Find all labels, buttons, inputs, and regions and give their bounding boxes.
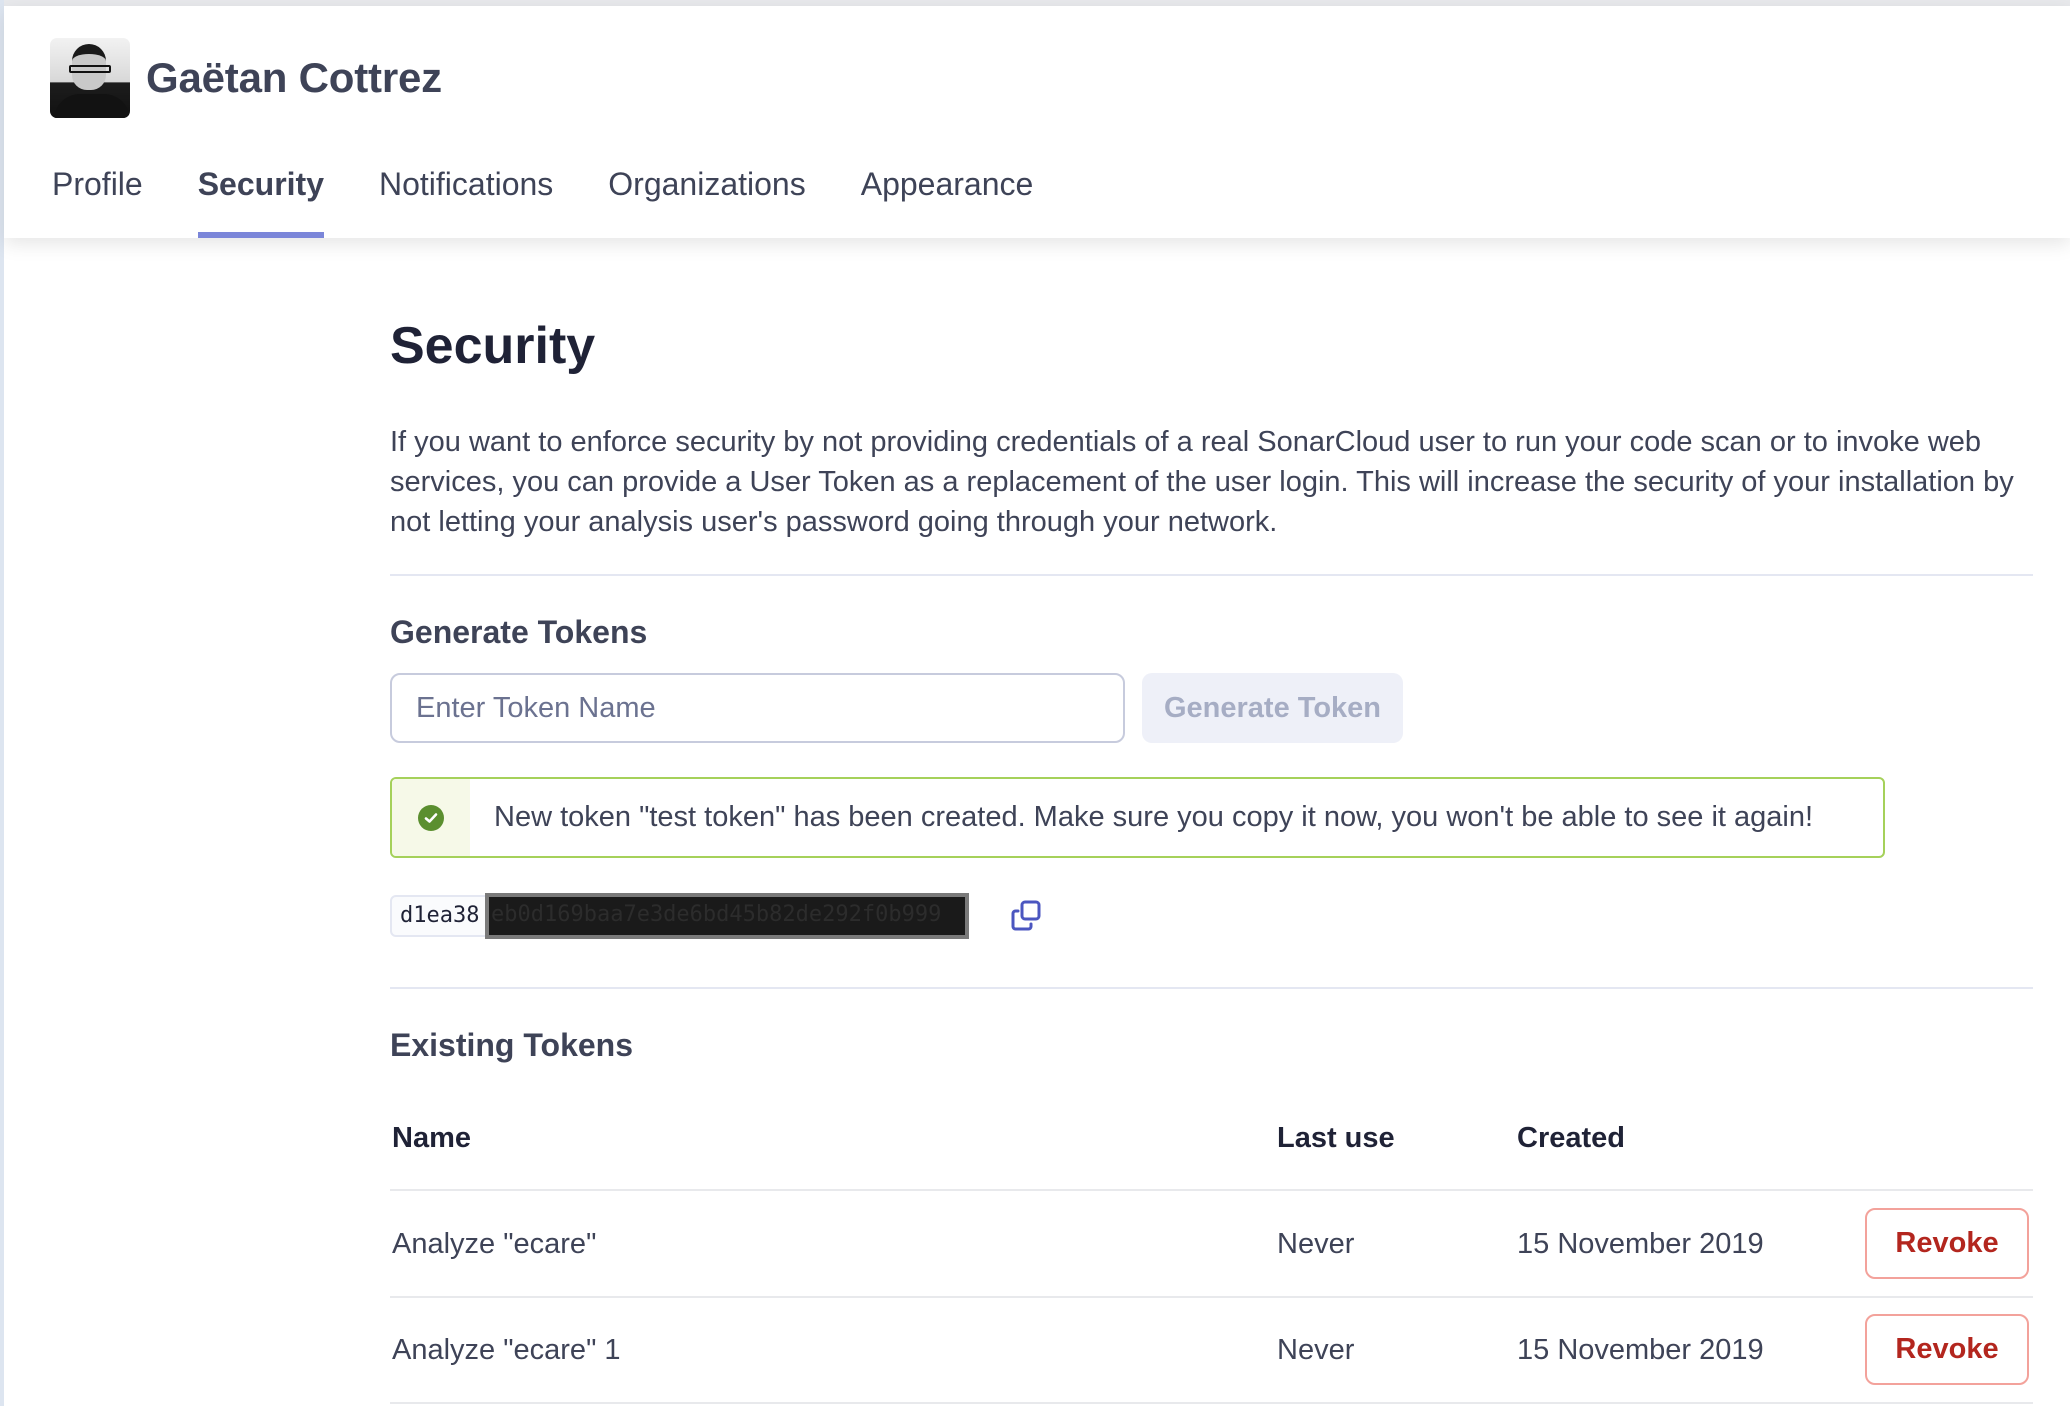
token-name: Analyze "ecare" 1 xyxy=(392,1334,621,1366)
tab-notifications[interactable]: Notifications xyxy=(379,162,553,238)
page-title: Security xyxy=(390,317,596,375)
alert-message: New token "test token" has been created.… xyxy=(494,801,1814,833)
token-created: 15 November 2019 xyxy=(1517,1228,1764,1260)
row-divider xyxy=(390,1402,2033,1404)
divider xyxy=(390,987,2033,989)
check-circle-icon xyxy=(418,804,444,831)
token-name-input[interactable] xyxy=(390,673,1125,743)
token-last-use: Never xyxy=(1277,1334,1355,1366)
revoke-button[interactable]: Revoke xyxy=(1865,1314,2029,1385)
token-name: Analyze "ecare" xyxy=(392,1228,597,1260)
revoke-button[interactable]: Revoke xyxy=(1865,1208,2029,1279)
user-name: Gaëtan Cottrez xyxy=(146,54,442,101)
security-intro: If you want to enforce security by not p… xyxy=(390,426,2014,538)
account-tabs: Profile Security Notifications Organizat… xyxy=(52,162,1088,238)
token-created-alert: New token "test token" has been created.… xyxy=(390,777,1885,858)
tab-appearance[interactable]: Appearance xyxy=(861,162,1034,238)
tab-organizations[interactable]: Organizations xyxy=(608,162,805,238)
tab-profile[interactable]: Profile xyxy=(52,162,143,238)
column-header-last-use: Last use xyxy=(1277,1122,1395,1154)
copy-token-button[interactable] xyxy=(1006,898,1046,938)
copy-icon xyxy=(1009,899,1043,938)
token-prefix: d1ea38 xyxy=(400,903,480,928)
user-avatar xyxy=(50,38,130,118)
token-redacted: eb0d169baa7e3de6bd45b82de292f0b999 xyxy=(485,893,969,939)
token-last-use: Never xyxy=(1277,1228,1355,1260)
generate-token-button[interactable]: Generate Token xyxy=(1142,673,1403,743)
divider xyxy=(390,574,2033,576)
row-divider xyxy=(390,1296,2033,1298)
row-divider xyxy=(390,1189,2033,1191)
token-created: 15 November 2019 xyxy=(1517,1334,1764,1366)
column-header-name: Name xyxy=(392,1122,471,1154)
new-token-value[interactable]: d1ea38 eb0d169baa7e3de6bd45b82de292f0b99… xyxy=(390,893,969,939)
column-header-created: Created xyxy=(1517,1122,1625,1154)
account-header: Gaëtan Cottrez Profile Security Notifica… xyxy=(4,6,2070,238)
existing-tokens-title: Existing Tokens xyxy=(390,1027,634,1063)
tab-security[interactable]: Security xyxy=(197,162,325,238)
generate-tokens-title: Generate Tokens xyxy=(390,614,648,650)
